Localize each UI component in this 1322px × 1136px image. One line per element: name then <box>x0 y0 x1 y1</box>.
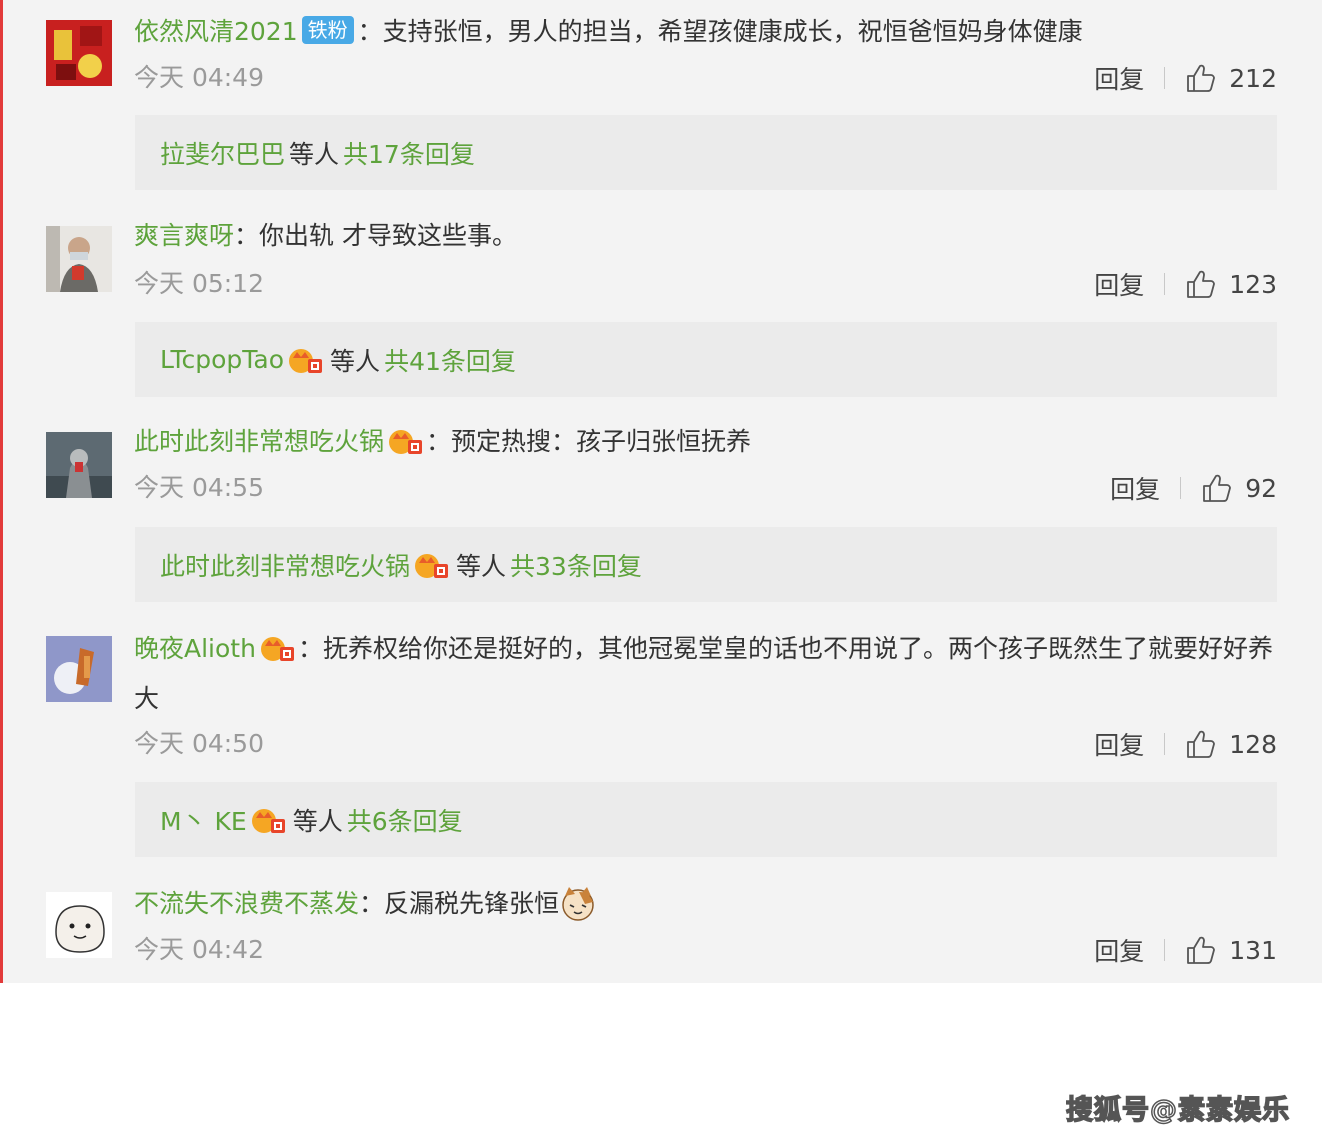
reply-summary[interactable]: LTcpopTao 等人 共41条回复 <box>135 322 1277 397</box>
thumbs-up-icon[interactable] <box>1185 62 1217 94</box>
comment-username[interactable]: 爽言爽呀 <box>134 221 234 250</box>
action-divider <box>1164 939 1166 961</box>
reply-button[interactable]: 回复 <box>1094 726 1144 762</box>
like-count: 128 <box>1229 729 1277 759</box>
left-accent-rule <box>0 0 3 983</box>
comment-time: 今天 04:55 <box>134 473 264 502</box>
comment-line: 依然风清2021 铁粉 ：支持张恒，男人的担当，希望孩健康成长，祝恒爸恒妈身体健康 <box>134 14 1083 50</box>
reply-etc: 等人 <box>292 806 343 836</box>
reply-count-link[interactable]: 共33条回复 <box>510 547 642 583</box>
reply-count-link[interactable]: 共6条回复 <box>347 802 463 838</box>
avatar[interactable] <box>46 892 112 958</box>
comment-time: 今天 04:49 <box>134 63 264 92</box>
avatar[interactable] <box>46 20 112 86</box>
watermark: 搜狐号@素素娱乐 <box>1065 1094 1290 1127</box>
comment-time: 今天 05:12 <box>134 269 264 298</box>
reply-username[interactable]: 拉斐尔巴巴 <box>160 135 285 171</box>
comment-text: 你出轨 才导致这些事。 <box>259 221 517 250</box>
comment-text: 反漏税先锋张恒 <box>384 889 560 918</box>
comment-username[interactable]: 不流失不浪费不蒸发 <box>134 889 359 918</box>
reply-button[interactable]: 回复 <box>1094 932 1144 968</box>
reply-etc: 等人 <box>456 551 507 581</box>
comment-separator: ： <box>426 427 452 456</box>
reply-summary[interactable]: M丶 KE 等人 共6条回复 <box>135 782 1277 857</box>
vip-crown-icon <box>249 805 287 835</box>
comment-line: 不流失不浪费不蒸发：反漏税先锋张恒 <box>134 884 597 922</box>
comment-line: 爽言爽呀：你出轨 才导致这些事。 <box>134 218 517 254</box>
like-count: 92 <box>1245 473 1277 503</box>
reply-username[interactable]: M丶 KE <box>160 802 247 838</box>
action-divider <box>1164 273 1166 295</box>
comment-text: 预定热搜：孩子归张恒抚养 <box>451 427 752 456</box>
vip-crown-icon <box>386 426 424 456</box>
avatar[interactable] <box>46 226 112 292</box>
avatar[interactable] <box>46 432 112 498</box>
vip-crown-icon <box>286 345 324 375</box>
reply-summary[interactable]: 此时此刻非常想吃火锅 等人 共33条回复 <box>135 527 1277 602</box>
comment-separator: ： <box>359 889 385 918</box>
vip-crown-icon <box>412 550 450 580</box>
action-divider <box>1180 477 1182 499</box>
comment-separator: ： <box>297 634 323 663</box>
comment-actions: 回复 123 <box>1094 266 1277 302</box>
thumbs-up-icon[interactable] <box>1185 268 1217 300</box>
vip-crown-icon <box>258 633 296 663</box>
comment-actions: 回复 131 <box>1094 932 1277 968</box>
comment-time: 今天 04:50 <box>134 729 264 758</box>
thumbs-up-icon[interactable] <box>1185 728 1217 760</box>
comment-username[interactable]: 依然风清2021 <box>134 17 298 46</box>
comment-actions: 回复 128 <box>1094 726 1277 762</box>
reply-count-link[interactable]: 共17条回复 <box>343 135 475 171</box>
avatar[interactable] <box>46 636 112 702</box>
comment-separator: ： <box>357 17 383 46</box>
thumbs-up-icon[interactable] <box>1201 472 1233 504</box>
comment-text: 支持张恒，男人的担当，希望孩健康成长，祝恒爸恒妈身体健康 <box>382 17 1083 46</box>
fan-badge[interactable]: 铁粉 <box>301 16 354 44</box>
like-count: 123 <box>1229 269 1277 299</box>
action-divider <box>1164 733 1166 755</box>
like-count: 131 <box>1229 935 1277 965</box>
comment-actions: 回复 92 <box>1110 470 1277 506</box>
comment-separator: ： <box>234 221 260 250</box>
reply-button[interactable]: 回复 <box>1094 266 1144 302</box>
reply-username[interactable]: LTcpopTao <box>160 345 284 374</box>
comment-line: 晚夜Alioth ：抚养权给你还是挺好的，其他冠冕堂皇的话也不用说了。两个孩子既然… <box>134 624 1284 724</box>
reply-etc: 等人 <box>289 139 340 169</box>
cat-emoji-icon <box>562 887 594 921</box>
comment-time: 今天 04:42 <box>134 935 264 964</box>
comment-line: 此时此刻非常想吃火锅 ：预定热搜：孩子归张恒抚养 <box>134 424 751 460</box>
reply-etc: 等人 <box>330 346 381 376</box>
reply-count-link[interactable]: 共41条回复 <box>384 342 516 378</box>
thumbs-up-icon[interactable] <box>1185 934 1217 966</box>
reply-button[interactable]: 回复 <box>1110 470 1160 506</box>
comment-username[interactable]: 晚夜Alioth <box>134 634 256 663</box>
comment-actions: 回复 212 <box>1094 60 1277 96</box>
reply-summary[interactable]: 拉斐尔巴巴 等人 共17条回复 <box>135 115 1277 190</box>
comment-username[interactable]: 此时此刻非常想吃火锅 <box>134 427 384 456</box>
reply-username[interactable]: 此时此刻非常想吃火锅 <box>160 547 410 583</box>
action-divider <box>1164 67 1166 89</box>
like-count: 212 <box>1229 63 1277 93</box>
reply-button[interactable]: 回复 <box>1094 60 1144 96</box>
